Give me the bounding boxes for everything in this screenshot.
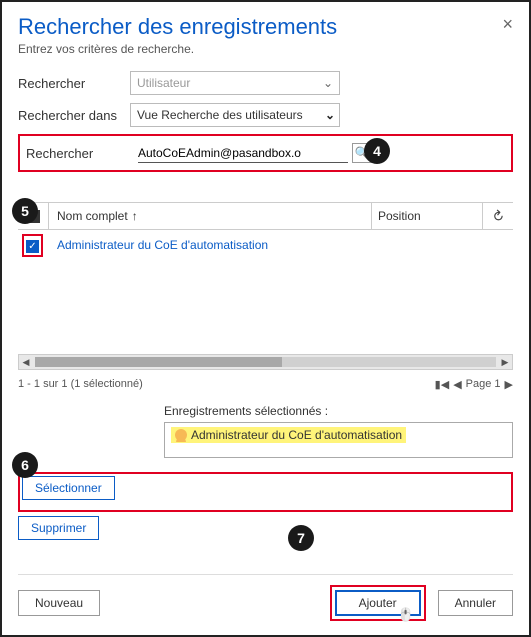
- pager-page: Page 1: [466, 378, 501, 390]
- horizontal-scrollbar[interactable]: ◀ ▶: [18, 354, 513, 370]
- cancel-button[interactable]: Annuler: [438, 590, 513, 616]
- search-input[interactable]: [138, 144, 348, 162]
- lookin-value: Vue Recherche des utilisateurs: [137, 108, 303, 122]
- selected-records-label: Enregistrements sélectionnés :: [164, 404, 513, 418]
- pager-next-icon[interactable]: ▶: [505, 378, 513, 391]
- callout-4: 4: [364, 138, 390, 164]
- sort-asc-icon: ↑: [132, 209, 138, 223]
- remove-button[interactable]: Supprimer: [18, 516, 99, 540]
- scroll-left-icon[interactable]: ◀: [19, 355, 33, 369]
- refresh-column-icon[interactable]: ↻: [483, 208, 513, 225]
- callout-6: 6: [12, 452, 38, 478]
- callout-5: 5: [12, 198, 38, 224]
- chevron-down-icon: ⌄: [323, 76, 333, 90]
- dialog-title: Rechercher des enregistrements: [18, 14, 513, 40]
- lookin-select[interactable]: Vue Recherche des utilisateurs ⌄: [130, 103, 340, 127]
- lookin-label: Rechercher dans: [18, 108, 130, 123]
- dialog-subtitle: Entrez vos critères de recherche.: [18, 42, 513, 56]
- search-row-callout: Rechercher 🔍: [18, 134, 513, 172]
- scroll-right-icon[interactable]: ▶: [498, 355, 512, 369]
- lookfor-select[interactable]: Utilisateur ⌄: [130, 71, 340, 95]
- selected-item[interactable]: Administrateur du CoE d'automatisation: [171, 427, 406, 443]
- select-button[interactable]: Sélectionner: [22, 476, 115, 500]
- close-icon[interactable]: ×: [502, 14, 513, 35]
- pager-summary: 1 - 1 sur 1 (1 sélectionné): [18, 378, 143, 390]
- lookfor-placeholder: Utilisateur: [137, 76, 190, 90]
- lookfor-label: Rechercher: [18, 76, 130, 91]
- table-row[interactable]: ✓ Administrateur du CoE d'automatisation: [18, 230, 513, 260]
- select-button-callout: Sélectionner: [18, 472, 513, 512]
- new-button[interactable]: Nouveau: [18, 590, 100, 616]
- column-name[interactable]: Nom complet ↑: [49, 209, 371, 223]
- pager-prev-icon[interactable]: ◀: [453, 378, 461, 391]
- chevron-down-icon: ⌄: [325, 108, 335, 122]
- column-position[interactable]: Position: [372, 209, 482, 223]
- row-name[interactable]: Administrateur du CoE d'automatisation: [43, 238, 268, 252]
- user-icon: [175, 429, 187, 441]
- callout-7: 7: [288, 525, 314, 551]
- search-label: Rechercher: [26, 146, 138, 161]
- cursor-icon: 🖱️: [397, 607, 413, 623]
- row-checkbox[interactable]: ✓: [26, 240, 39, 253]
- selected-records-box: Administrateur du CoE d'automatisation: [164, 422, 513, 458]
- grid-header: ✓ Nom complet ↑ Position ↻: [18, 202, 513, 230]
- add-button-callout: Ajouter 🖱️: [330, 585, 426, 621]
- pager-first-icon[interactable]: ▮◀: [435, 378, 450, 391]
- row-checkbox-callout: ✓: [22, 234, 43, 257]
